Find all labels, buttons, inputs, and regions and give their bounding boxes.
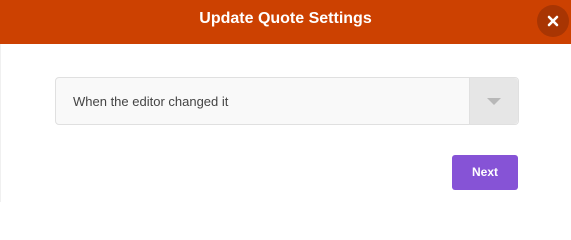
chevron-down-icon bbox=[487, 97, 501, 105]
dialog-header: Update Quote Settings bbox=[0, 0, 571, 44]
dialog-edge bbox=[0, 44, 1, 202]
update-quote-settings-dialog: Update Quote Settings When the editor ch… bbox=[0, 0, 571, 202]
dialog-title: Update Quote Settings bbox=[199, 10, 372, 27]
close-icon bbox=[547, 15, 559, 27]
quote-update-select[interactable]: When the editor changed it bbox=[55, 77, 519, 125]
close-button[interactable] bbox=[537, 5, 569, 37]
next-button[interactable]: Next bbox=[452, 155, 518, 190]
select-value: When the editor changed it bbox=[73, 94, 229, 109]
select-arrow-button[interactable] bbox=[469, 78, 518, 124]
